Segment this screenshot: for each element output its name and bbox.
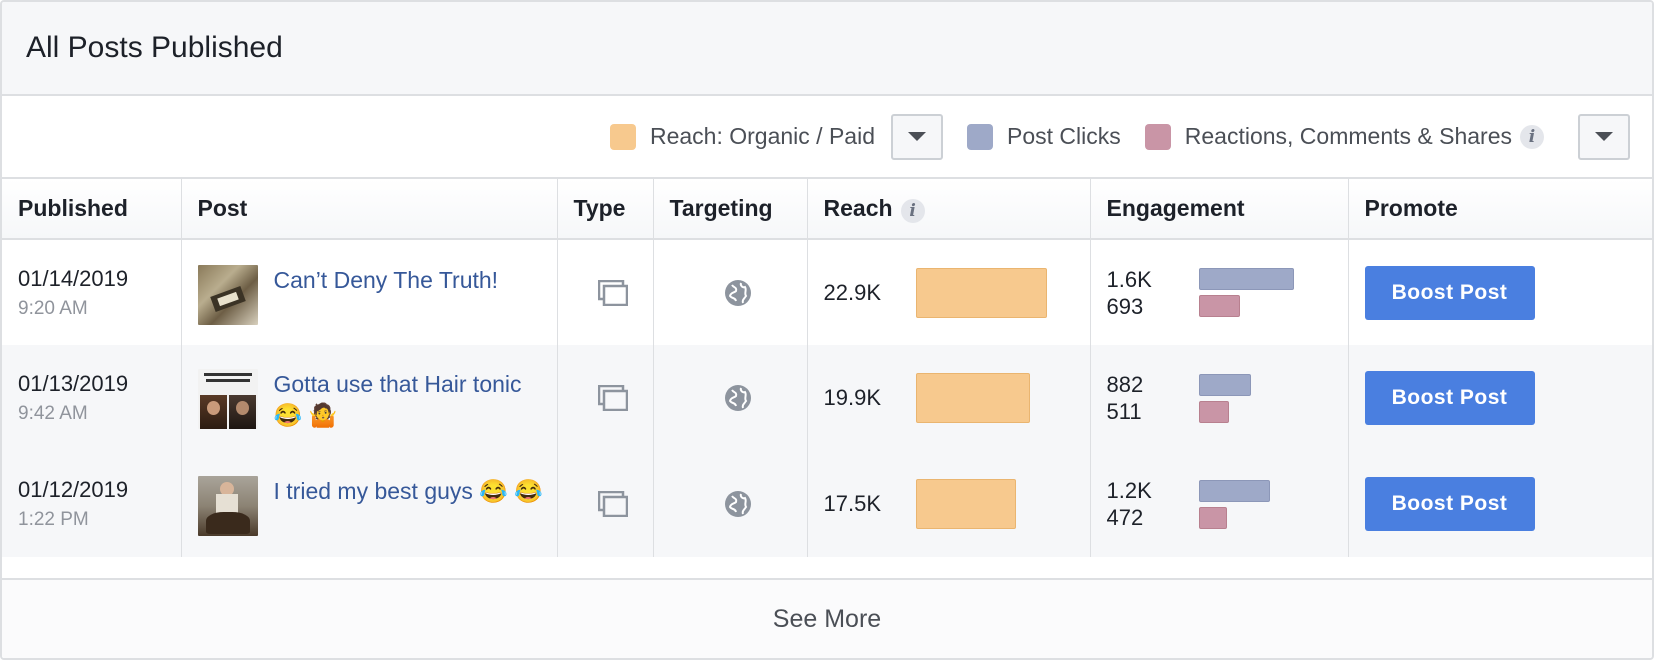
engagement-cell: 1.2K 472 bbox=[1090, 451, 1349, 557]
reach-dropdown-button[interactable] bbox=[891, 113, 943, 160]
engagement-dropdown-button[interactable] bbox=[1578, 113, 1630, 160]
legend-reactions: Reactions, Comments & Shares i bbox=[1144, 123, 1544, 150]
post-clicks-bar[interactable] bbox=[1198, 479, 1270, 502]
header-reach[interactable]: Reach i bbox=[807, 179, 1091, 240]
reach-bar[interactable] bbox=[915, 479, 1016, 529]
reactions-swatch bbox=[1144, 123, 1171, 150]
table-header-row: Published Post Type Targeting Reach i Eng… bbox=[2, 179, 1652, 240]
targeting-cell bbox=[653, 451, 808, 557]
post-date: 01/13/2019 bbox=[18, 371, 129, 396]
clicks-swatch bbox=[967, 123, 993, 150]
post-cell: Can’t Deny The Truth! bbox=[181, 239, 558, 345]
panel-header: All Posts Published bbox=[2, 2, 1652, 96]
legend-clicks-label: Post Clicks bbox=[1007, 123, 1121, 149]
reach-cell: 17.5K bbox=[807, 451, 1091, 557]
post-title-link[interactable]: Gotta use that Hair tonic 😂 🤷 bbox=[274, 369, 557, 431]
header-type[interactable]: Type bbox=[557, 179, 654, 240]
legend-reach-label: Reach: Organic / Paid bbox=[649, 123, 875, 149]
type-cell bbox=[557, 345, 654, 451]
reach-value: 17.5K bbox=[823, 491, 882, 516]
reach-bar[interactable] bbox=[915, 267, 1047, 318]
legend-clicks: Post Clicks bbox=[967, 123, 1121, 150]
reach-cell: 19.9K bbox=[807, 345, 1091, 451]
post-clicks-value: 1.2K bbox=[1106, 478, 1152, 503]
multi-photo-icon bbox=[574, 279, 653, 306]
header-reach-label: Reach bbox=[823, 194, 893, 221]
posts-panel: All Posts Published Reach: Organic / Pai… bbox=[0, 0, 1654, 660]
header-post[interactable]: Post bbox=[181, 179, 558, 240]
legend-reach: Reach: Organic / Paid bbox=[609, 123, 875, 150]
reach-bar[interactable] bbox=[915, 373, 1030, 423]
post-thumbnail[interactable] bbox=[197, 369, 258, 429]
post-title-link[interactable]: I tried my best guys 😂 😂 bbox=[274, 476, 543, 507]
boost-post-button[interactable]: Boost Post bbox=[1364, 477, 1535, 531]
header-promote: Promote bbox=[1348, 179, 1652, 240]
post-cell: Gotta use that Hair tonic 😂 🤷 bbox=[181, 345, 558, 451]
table-row: 01/12/2019 1:22 PM I tried my best guys … bbox=[2, 451, 1652, 557]
reactions-bar[interactable] bbox=[1198, 506, 1227, 529]
chevron-down-icon bbox=[908, 132, 926, 141]
reactions-value: 693 bbox=[1106, 293, 1144, 319]
header-targeting[interactable]: Targeting bbox=[653, 179, 808, 240]
targeting-cell bbox=[653, 345, 808, 451]
targeting-cell bbox=[653, 239, 808, 345]
info-icon[interactable]: i bbox=[1520, 124, 1544, 149]
header-published[interactable]: Published bbox=[2, 179, 182, 240]
post-time: 9:42 AM bbox=[18, 403, 88, 424]
boost-post-button[interactable]: Boost Post bbox=[1364, 371, 1535, 425]
promote-cell: Boost Post bbox=[1348, 239, 1652, 345]
reach-swatch bbox=[609, 123, 636, 150]
promote-cell: Boost Post bbox=[1348, 345, 1652, 451]
post-clicks-bar[interactable] bbox=[1198, 268, 1294, 290]
post-cell: I tried my best guys 😂 😂 bbox=[181, 451, 558, 557]
legend-reactions-label: Reactions, Comments & Shares bbox=[1184, 123, 1512, 149]
type-cell bbox=[557, 451, 654, 557]
reach-cell: 22.9K bbox=[807, 239, 1091, 345]
post-title-link[interactable]: Can’t Deny The Truth! bbox=[274, 265, 499, 296]
post-time: 1:22 PM bbox=[18, 509, 89, 530]
reactions-value: 511 bbox=[1106, 399, 1142, 424]
reactions-bar[interactable] bbox=[1198, 295, 1240, 317]
legend-bar: Reach: Organic / Paid Post Clicks Reacti… bbox=[2, 96, 1652, 179]
multi-photo-icon bbox=[574, 385, 653, 411]
type-cell bbox=[557, 239, 654, 345]
published-cell: 01/12/2019 1:22 PM bbox=[2, 451, 182, 557]
published-cell: 01/14/2019 9:20 AM bbox=[2, 239, 182, 345]
table-row: 01/13/2019 9:42 AM Gotta use that Hair t… bbox=[2, 345, 1652, 451]
globe-icon bbox=[670, 384, 807, 412]
post-clicks-bar[interactable] bbox=[1198, 373, 1251, 396]
info-icon[interactable]: i bbox=[900, 198, 925, 223]
globe-icon bbox=[670, 490, 807, 518]
chevron-down-icon bbox=[1595, 132, 1613, 141]
published-cell: 01/13/2019 9:42 AM bbox=[2, 345, 182, 451]
posts-table: Published Post Type Targeting Reach i Eng… bbox=[2, 179, 1652, 557]
post-date: 01/12/2019 bbox=[18, 477, 129, 502]
see-more-button[interactable]: See More bbox=[2, 578, 1652, 658]
post-date: 01/14/2019 bbox=[18, 265, 129, 291]
reactions-bar[interactable] bbox=[1198, 400, 1229, 423]
header-engagement[interactable]: Engagement bbox=[1090, 179, 1349, 240]
post-clicks-value: 1.6K bbox=[1106, 266, 1152, 292]
promote-cell: Boost Post bbox=[1348, 451, 1652, 557]
reach-value: 19.9K bbox=[823, 385, 882, 410]
engagement-cell: 1.6K 693 bbox=[1090, 239, 1349, 345]
engagement-cell: 882 511 bbox=[1090, 345, 1349, 451]
reach-value: 22.9K bbox=[823, 279, 882, 305]
table-row: 01/14/2019 9:20 AM Can’t Deny The Truth! bbox=[2, 239, 1652, 345]
reactions-value: 472 bbox=[1106, 505, 1144, 530]
panel-title: All Posts Published bbox=[26, 31, 283, 64]
post-clicks-value: 882 bbox=[1106, 372, 1144, 397]
post-thumbnail[interactable] bbox=[197, 476, 258, 536]
globe-icon bbox=[670, 279, 807, 307]
multi-photo-icon bbox=[574, 491, 653, 517]
post-time: 9:20 AM bbox=[18, 297, 88, 319]
boost-post-button[interactable]: Boost Post bbox=[1364, 265, 1535, 320]
post-thumbnail[interactable] bbox=[197, 264, 258, 325]
